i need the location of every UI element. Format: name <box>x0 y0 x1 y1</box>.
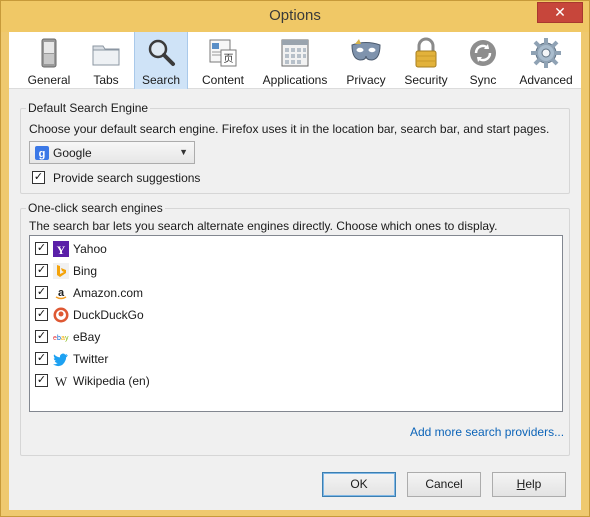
default-engine-value: Google <box>53 145 92 160</box>
tab-security-label: Security <box>404 73 448 87</box>
list-item[interactable]: ✓ e b a y eBay <box>30 326 562 348</box>
list-item[interactable]: ✓ Bing <box>30 260 562 282</box>
tab-advanced-label: Advanced <box>519 73 573 87</box>
help-button[interactable]: Help <box>492 472 566 497</box>
tab-applications-label: Applications <box>262 73 328 87</box>
svg-text:Y: Y <box>57 243 66 257</box>
suggestions-label: Provide search suggestions <box>53 171 201 185</box>
engine-label: DuckDuckGo <box>73 308 144 322</box>
tab-sync-label: Sync <box>469 73 497 87</box>
sync-arrows-icon <box>470 40 496 66</box>
engine-checkbox[interactable]: ✓ <box>35 374 48 387</box>
title-bar[interactable]: Options ✕ <box>1 1 589 32</box>
engine-checkbox[interactable]: ✓ <box>35 330 48 343</box>
tab-advanced[interactable]: Advanced <box>514 32 578 89</box>
engine-label: Twitter <box>73 352 109 366</box>
engines-listbox[interactable]: ✓ Y Yahoo ✓ Bing ✓ a Amazon.com ✓ DuckDu… <box>29 235 563 412</box>
switch-icon <box>41 38 57 68</box>
list-item[interactable]: ✓ W Wikipedia (en) <box>30 370 562 392</box>
engine-checkbox[interactable]: ✓ <box>35 264 48 277</box>
one-click-engines-legend: One-click search engines <box>26 201 165 215</box>
wikipedia-icon: W <box>55 374 68 389</box>
mask-icon <box>351 39 381 61</box>
magnifier-icon <box>148 39 175 66</box>
engine-label: Yahoo <box>73 242 107 256</box>
list-item[interactable]: ✓ DuckDuckGo <box>30 304 562 326</box>
default-engine-select[interactable]: g Google ▼ <box>29 141 195 164</box>
google-icon: g <box>35 145 49 160</box>
content-page-icon: 页 <box>209 39 237 67</box>
engine-checkbox[interactable]: ✓ <box>35 308 48 321</box>
window-title: Options <box>269 7 321 24</box>
list-item[interactable]: ✓ Twitter <box>30 348 562 370</box>
suggestions-checkbox[interactable]: ✓ <box>32 171 45 184</box>
tabs-folder-icon <box>92 45 120 66</box>
default-search-engine-group: Default Search Engine Choose your defaul… <box>20 101 570 194</box>
engine-checkbox[interactable]: ✓ <box>35 286 48 299</box>
engine-checkbox[interactable]: ✓ <box>35 242 48 255</box>
tab-privacy[interactable]: Privacy <box>339 32 393 89</box>
tab-search-label: Search <box>141 73 181 87</box>
applications-window-icon <box>281 39 309 67</box>
yahoo-icon: Y <box>53 241 69 257</box>
engine-label: Bing <box>73 264 98 278</box>
options-window: Options ✕ General Tabs Search 页 Content … <box>0 0 590 517</box>
engine-label: Amazon.com <box>73 286 144 300</box>
engine-label: eBay <box>73 330 101 344</box>
one-click-description: The search bar lets you search alternate… <box>29 219 498 233</box>
svg-text:y: y <box>65 335 69 342</box>
help-label: elp <box>525 477 542 491</box>
twitter-icon <box>53 353 68 367</box>
close-button[interactable]: ✕ <box>537 2 583 23</box>
tab-general-label: General <box>27 73 71 87</box>
tab-content[interactable]: 页 Content <box>192 32 254 89</box>
list-item[interactable]: ✓ a Amazon.com <box>30 282 562 304</box>
tab-security[interactable]: Security <box>399 32 453 89</box>
tab-applications[interactable]: Applications <box>257 32 333 89</box>
padlock-icon <box>415 37 437 68</box>
list-item[interactable]: ✓ Y Yahoo <box>30 238 562 260</box>
bing-icon <box>53 263 69 279</box>
add-more-providers-link[interactable]: Add more search providers... <box>410 425 564 439</box>
svg-text:W: W <box>55 374 68 389</box>
options-client-area: General Tabs Search 页 Content Applicatio… <box>9 32 581 510</box>
tab-privacy-label: Privacy <box>346 73 386 87</box>
tab-sync[interactable]: Sync <box>457 32 509 89</box>
tab-tabs[interactable]: Tabs <box>82 32 130 89</box>
svg-text:页: 页 <box>224 53 234 65</box>
tab-general[interactable]: General <box>19 32 79 89</box>
tab-content-label: Content <box>201 73 245 87</box>
amazon-icon: a <box>53 285 69 301</box>
default-engine-description: Choose your default search engine. Firef… <box>29 122 550 136</box>
tab-tabs-label: Tabs <box>93 73 119 87</box>
ebay-icon: e b a y <box>53 335 69 342</box>
engine-label: Wikipedia (en) <box>73 374 150 388</box>
ok-button[interactable]: OK <box>322 472 396 497</box>
svg-text:g: g <box>39 148 46 160</box>
chevron-down-icon: ▼ <box>179 147 188 157</box>
cancel-button[interactable]: Cancel <box>407 472 481 497</box>
category-toolbar: General Tabs Search 页 Content Applicatio… <box>9 32 581 89</box>
one-click-engines-group: One-click search engines The search bar … <box>20 201 570 456</box>
duckduckgo-icon <box>53 307 69 323</box>
engine-checkbox[interactable]: ✓ <box>35 352 48 365</box>
gear-icon <box>531 38 561 68</box>
default-search-engine-legend: Default Search Engine <box>26 101 151 115</box>
tab-search[interactable]: Search <box>134 32 188 89</box>
